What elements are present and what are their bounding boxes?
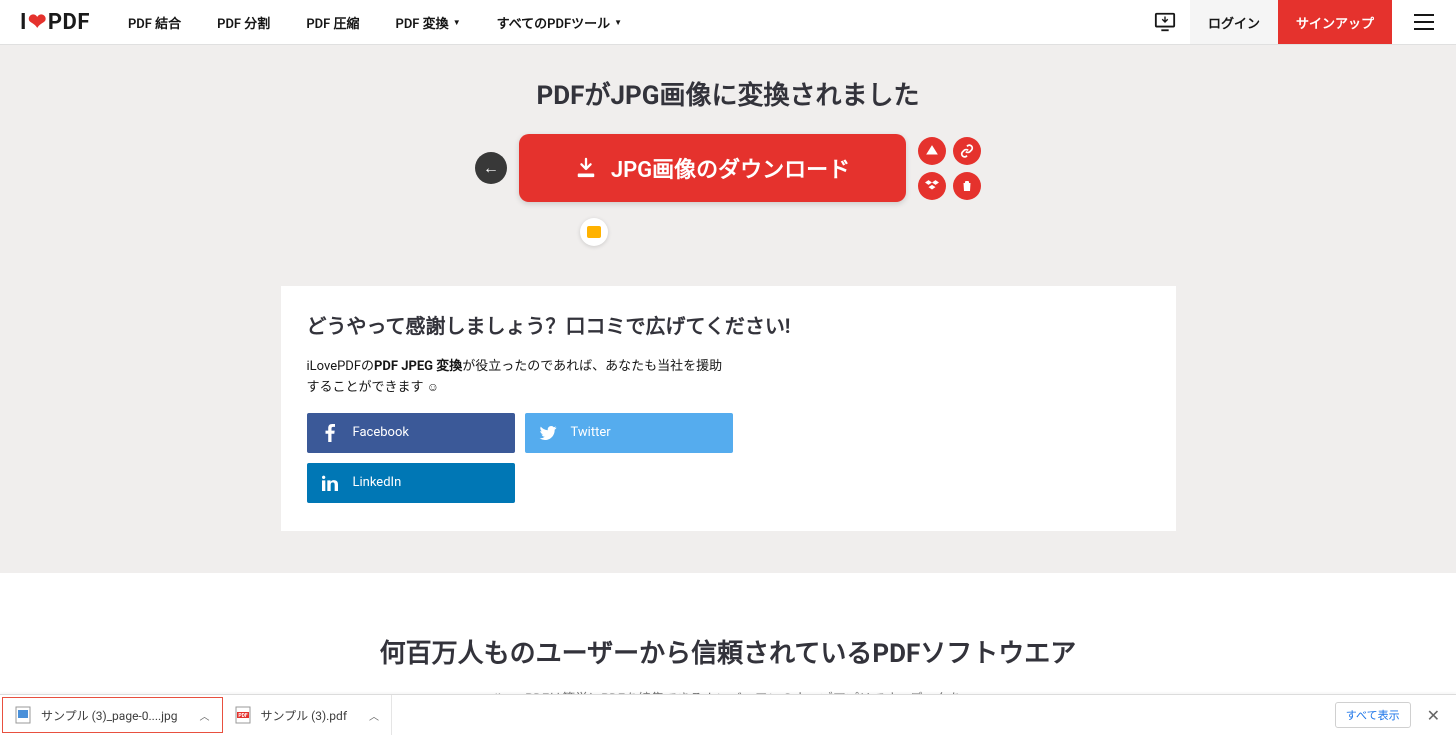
- hamburger-menu[interactable]: [1392, 0, 1456, 44]
- nav-left: I ❤ PDF PDF 結合 PDF 分割 PDF 圧縮 PDF 変換 ▼ すべ…: [0, 0, 640, 44]
- back-button[interactable]: ←: [475, 152, 507, 184]
- login-button[interactable]: ログイン: [1190, 0, 1278, 44]
- nav-convert[interactable]: PDF 変換 ▼: [378, 0, 479, 44]
- top-navigation: I ❤ PDF PDF 結合 PDF 分割 PDF 圧縮 PDF 変換 ▼ すべ…: [0, 0, 1456, 45]
- preview-badge[interactable]: [580, 218, 608, 246]
- caret-down-icon: ▼: [453, 18, 461, 27]
- download-icon: [575, 157, 597, 179]
- main-content: PDFがJPG画像に変換されました ← JPG画像のダウンロード: [0, 45, 1456, 531]
- facebook-icon: [307, 424, 353, 442]
- logo[interactable]: I ❤ PDF: [0, 10, 110, 35]
- action-buttons: [918, 137, 981, 200]
- svg-text:PDF: PDF: [238, 713, 247, 719]
- pdf-file-icon: PDF: [235, 706, 251, 724]
- nav-items: PDF 結合 PDF 分割 PDF 圧縮 PDF 変換 ▼ すべてのPDFツール…: [110, 0, 640, 44]
- facebook-share-button[interactable]: Facebook: [307, 413, 515, 453]
- signup-button[interactable]: サインアップ: [1278, 0, 1392, 44]
- linkedin-icon: [307, 475, 353, 491]
- linkedin-share-button[interactable]: LinkedIn: [307, 463, 515, 503]
- image-icon: [587, 226, 601, 238]
- link-button[interactable]: [953, 137, 981, 165]
- nav-compress[interactable]: PDF 圧縮: [288, 0, 377, 44]
- browser-download-bar: サンプル (3)_page-0....jpg ︿ PDF サンプル (3).pd…: [0, 694, 1456, 735]
- jpg-file-icon: [15, 706, 31, 724]
- twitter-label: Twitter: [571, 425, 611, 440]
- arrow-left-icon: ←: [483, 158, 499, 178]
- share-description: iLovePDFのPDF JPEG 変換が役立ったのであれば、あなたも当社を援助…: [307, 357, 727, 399]
- logo-prefix: I: [20, 10, 27, 35]
- page-title: PDFがJPG画像に変換されました: [0, 75, 1456, 112]
- desktop-download-icon[interactable]: [1140, 0, 1190, 44]
- nav-right: ログイン サインアップ: [1140, 0, 1456, 44]
- download-row: ← JPG画像のダウンロード: [0, 134, 1456, 202]
- share-buttons: Facebook Twitter LinkedIn: [307, 413, 737, 503]
- download-button[interactable]: JPG画像のダウンロード: [519, 134, 906, 202]
- lower-section: 何百万人ものユーザーから信頼されているPDFソフトウエア iLovePDFは簡単…: [0, 573, 1456, 707]
- download-items: サンプル (3)_page-0....jpg ︿ PDF サンプル (3).pd…: [0, 695, 392, 735]
- download-filename-1: サンプル (3)_page-0....jpg: [41, 707, 178, 724]
- download-bar-right: すべて表示 ✕: [1335, 702, 1456, 729]
- google-drive-button[interactable]: [918, 137, 946, 165]
- linkedin-label: LinkedIn: [353, 475, 402, 490]
- trash-icon: [961, 179, 973, 193]
- download-item-1[interactable]: サンプル (3)_page-0....jpg ︿: [2, 697, 223, 733]
- facebook-label: Facebook: [353, 425, 409, 440]
- nav-split[interactable]: PDF 分割: [199, 0, 288, 44]
- drive-icon: [925, 144, 939, 158]
- lower-title: 何百万人ものユーザーから信頼されているPDFソフトウエア: [0, 633, 1456, 670]
- heart-icon: ❤: [28, 10, 47, 35]
- download-filename-2: サンプル (3).pdf: [261, 707, 348, 724]
- twitter-share-button[interactable]: Twitter: [525, 413, 733, 453]
- chevron-up-icon[interactable]: ︿: [369, 708, 379, 723]
- show-all-downloads-button[interactable]: すべて表示: [1335, 702, 1411, 728]
- smile-icon: ☺: [427, 380, 439, 394]
- logo-suffix: PDF: [48, 10, 90, 35]
- nav-all-tools[interactable]: すべてのPDFツール ▼: [479, 0, 640, 44]
- delete-button[interactable]: [953, 172, 981, 200]
- caret-down-icon: ▼: [614, 18, 622, 27]
- dropbox-icon: [925, 179, 939, 193]
- share-title: どうやって感謝しましょう？口コミで広げてください!: [307, 310, 1150, 339]
- chevron-up-icon[interactable]: ︿: [200, 708, 210, 723]
- nav-merge[interactable]: PDF 結合: [110, 0, 199, 44]
- link-icon: [960, 144, 974, 158]
- twitter-icon: [525, 426, 571, 440]
- share-card: どうやって感謝しましょう？口コミで広げてください! iLovePDFのPDF J…: [281, 286, 1176, 531]
- download-label: JPG画像のダウンロード: [611, 152, 850, 184]
- dropbox-button[interactable]: [918, 172, 946, 200]
- download-item-2[interactable]: PDF サンプル (3).pdf ︿: [223, 695, 393, 735]
- close-downloads-button[interactable]: ✕: [1423, 702, 1444, 729]
